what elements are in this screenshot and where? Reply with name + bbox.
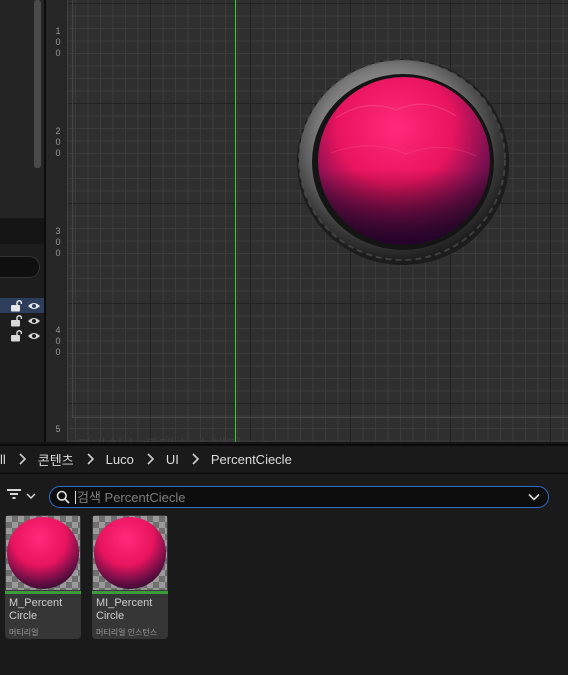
asset-tile[interactable]: MI_Percent Circle 머티리얼 인스턴스 — [92, 515, 168, 639]
asset-thumbnail — [6, 516, 80, 590]
asset-type-bar — [92, 591, 168, 594]
chevron-down-icon — [26, 487, 36, 505]
lock-icon[interactable] — [10, 329, 22, 342]
breadcrumb-item[interactable]: UI — [166, 452, 179, 467]
eye-icon[interactable] — [27, 316, 41, 326]
material-preview-sphere — [7, 517, 79, 589]
lock-icon[interactable] — [10, 299, 22, 312]
asset-tile[interactable]: M_Percent Circle 머티리얼 — [5, 515, 81, 639]
layer-row[interactable] — [0, 313, 44, 328]
asset-type: 머티리얼 인스턴스 — [96, 628, 158, 637]
percent-circle-widget[interactable] — [296, 58, 512, 268]
breadcrumb-item[interactable]: Luco — [106, 452, 134, 467]
asset-name: MI_Percent Circle — [96, 597, 153, 622]
breadcrumb: ll 콘텐츠 Luco UI PercentCiecle — [0, 444, 568, 472]
asset-type-bar — [5, 591, 81, 594]
chevron-down-icon[interactable] — [524, 493, 544, 501]
eye-icon[interactable] — [27, 301, 41, 311]
panel-header — [0, 218, 46, 244]
breadcrumb-item-current[interactable]: PercentCiecle — [211, 452, 292, 467]
asset-name: M_Percent Circle — [9, 597, 63, 622]
search-box[interactable] — [49, 486, 549, 508]
ruler-label: 200 — [55, 126, 61, 158]
dpi-scale-label: 디바이스 콘텐츠 스케일 1.0 — [76, 432, 270, 442]
search-icon — [56, 490, 70, 504]
layer-row[interactable] — [0, 328, 44, 343]
vertical-ruler: 100 200 300 400 5 — [46, 0, 68, 442]
chevron-right-icon[interactable] — [14, 453, 30, 465]
breadcrumb-item[interactable]: ll — [0, 452, 6, 467]
layers-panel — [0, 0, 46, 442]
filter-icon — [6, 487, 22, 506]
chevron-right-icon[interactable] — [82, 453, 98, 465]
asset-thumbnail — [93, 516, 167, 590]
orb-shading — [318, 77, 490, 245]
designer-viewport[interactable]: 100 200 300 400 5 — [46, 0, 568, 442]
ruler-label: 100 — [55, 26, 61, 58]
chevron-right-icon[interactable] — [142, 453, 158, 465]
ruler-label: 5 — [55, 424, 61, 434]
search-input[interactable] — [76, 488, 524, 506]
guide-line — [235, 0, 236, 442]
filter-button[interactable] — [6, 487, 40, 505]
panel-scrollbar[interactable] — [34, 0, 41, 168]
material-preview-sphere — [94, 517, 166, 589]
asset-type: 머티리얼 — [9, 628, 39, 637]
content-toolbar — [0, 473, 568, 513]
chevron-right-icon[interactable] — [187, 453, 203, 465]
ruler-label: 300 — [55, 226, 61, 258]
asset-grid: M_Percent Circle 머티리얼 MI_Percent Circle … — [0, 513, 568, 675]
ruler-label: 400 — [55, 325, 61, 357]
layer-row[interactable] — [0, 298, 44, 313]
editor-window: 100 200 300 400 5 ll 콘텐츠 Luco UI Percent… — [0, 0, 568, 675]
eye-icon[interactable] — [27, 331, 41, 341]
layer-search-field[interactable] — [0, 256, 40, 278]
breadcrumb-item[interactable]: 콘텐츠 — [38, 450, 74, 469]
lock-icon[interactable] — [10, 314, 22, 327]
